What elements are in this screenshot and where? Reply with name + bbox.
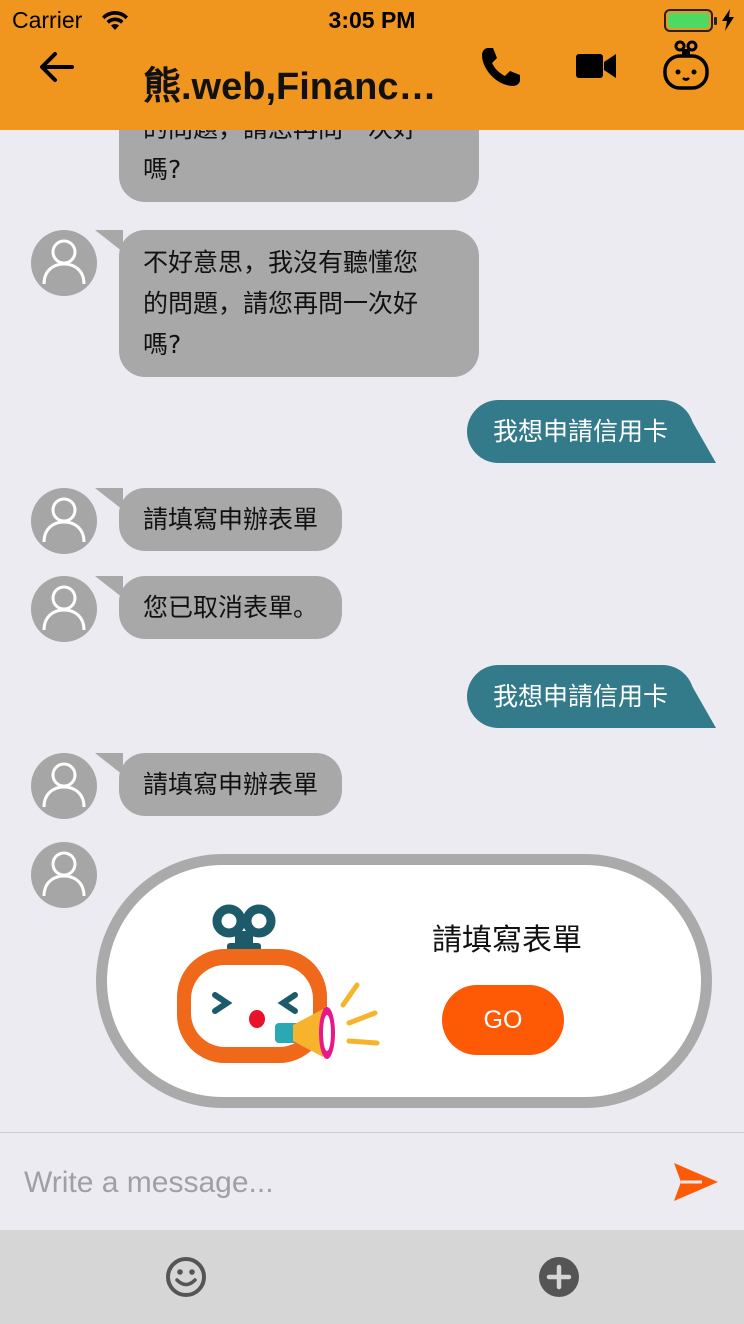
avatar[interactable] (31, 576, 97, 642)
send-icon (674, 1163, 718, 1201)
user-avatar-icon (42, 585, 86, 631)
charging-bolt-icon (722, 9, 734, 31)
back-arrow-icon (40, 52, 74, 82)
composer-bar (0, 1132, 744, 1230)
form-card-title: 請填寫表單 (432, 923, 582, 958)
bot-message-bubble: 的問題，請您再問一次好嗎? (119, 130, 479, 202)
navigation-header: Carrier 3:05 PM 熊.web,Finance... (0, 0, 744, 130)
status-time: 3:05 PM (328, 7, 416, 33)
plus-circle-icon (539, 1257, 579, 1297)
back-button[interactable] (34, 46, 78, 90)
avatar[interactable] (31, 488, 97, 554)
bot-message-bubble: 您已取消表單。 (94, 576, 343, 639)
user-message-bubble: 我想申請信用卡 (466, 665, 717, 728)
user-avatar-icon (42, 239, 86, 285)
input-toolbar (0, 1230, 744, 1324)
status-bar: Carrier 3:05 PM (0, 0, 744, 40)
bot-message-text: 您已取消表單。 (143, 593, 319, 622)
user-message-text: 我想申請信用卡 (492, 417, 668, 446)
bot-message-text: 請填寫申辦表單 (143, 770, 319, 799)
send-button[interactable] (672, 1161, 720, 1203)
bot-message-bubble: 不好意思，我沒有聽懂您 的問題，請您再問一次好 嗎? (95, 230, 479, 377)
bot-message-text: 的問題，請您再問一次好嗎? (143, 130, 418, 184)
bot-profile-button[interactable] (660, 40, 712, 92)
avatar[interactable] (31, 753, 97, 819)
voice-call-button[interactable] (478, 44, 524, 90)
phone-icon (482, 48, 520, 86)
robot-megaphone-mascot (177, 904, 380, 1063)
bot-message-bubble: 請填寫申辦表單 (94, 753, 343, 816)
bot-message-bubble: 請填寫申辦表單 (94, 488, 343, 551)
smiley-icon (166, 1257, 206, 1297)
emoji-button[interactable] (165, 1256, 207, 1298)
user-avatar-icon (42, 497, 86, 543)
video-call-button[interactable] (574, 46, 618, 86)
form-card: 請填寫表單 GO (96, 854, 712, 1108)
avatar[interactable] (31, 842, 97, 908)
go-button[interactable]: GO (442, 985, 564, 1055)
bot-message-line: 不好意思，我沒有聽懂您 (143, 248, 419, 277)
user-avatar-icon (42, 851, 86, 897)
message-list[interactable]: 的問題，請您再問一次好嗎? 不好意思，我沒有聽懂您 的問題，請您再問一次好 嗎?… (0, 130, 744, 1132)
bot-message-line: 的問題，請您再問一次好 (143, 289, 419, 318)
bot-message-text: 請填寫申辦表單 (143, 505, 319, 534)
robot-icon (663, 40, 709, 90)
message-input[interactable] (24, 1155, 644, 1211)
user-message-text: 我想申請信用卡 (492, 682, 668, 711)
add-attachment-button[interactable] (538, 1256, 580, 1298)
video-camera-icon (576, 54, 616, 78)
battery-icon (664, 9, 717, 32)
chat-title: 熊.web,Finance... (143, 66, 443, 108)
user-avatar-icon (42, 762, 86, 808)
avatar[interactable] (31, 230, 97, 296)
user-message-bubble: 我想申請信用卡 (466, 400, 717, 463)
bot-message-line: 嗎? (143, 330, 182, 359)
